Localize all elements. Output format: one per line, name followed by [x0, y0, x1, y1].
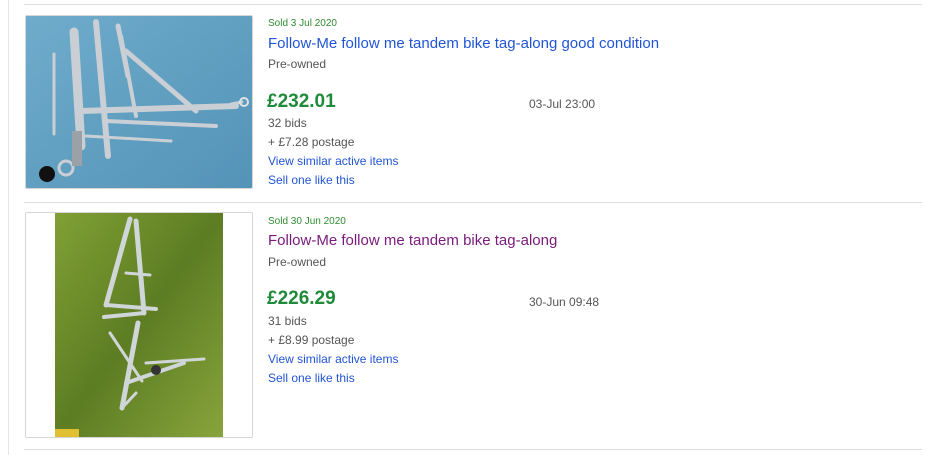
- postage-cost: + £7.28 postage: [268, 135, 355, 149]
- tag-along-photo-image: [26, 16, 252, 188]
- listing-item: Sold 30 Jun 2020 Follow-Me follow me tan…: [24, 212, 922, 438]
- sold-price: £226.29: [267, 288, 336, 309]
- end-time: 03-Jul 23:00: [529, 97, 596, 111]
- sell-one-link[interactable]: Sell one like this: [268, 173, 355, 187]
- listing-thumbnail[interactable]: [25, 212, 253, 438]
- listing-title-link[interactable]: Follow-Me follow me tandem bike tag-alon…: [268, 232, 557, 249]
- sold-date-label: Sold 30 Jun 2020: [268, 216, 346, 227]
- sold-date-label: Sold 3 Jul 2020: [268, 18, 337, 29]
- listing-thumbnail[interactable]: [25, 15, 253, 189]
- bid-count: 32 bids: [268, 116, 307, 130]
- postage-cost: + £8.99 postage: [268, 333, 355, 347]
- condition-label: Pre-owned: [268, 57, 327, 71]
- page-left-border: [8, 0, 9, 455]
- view-similar-link[interactable]: View similar active items: [268, 352, 398, 366]
- sell-one-link[interactable]: Sell one like this: [268, 371, 355, 385]
- view-similar-link[interactable]: View similar active items: [268, 154, 398, 168]
- tag-along-grass-image: [26, 213, 252, 437]
- listing-title-link[interactable]: Follow-Me follow me tandem bike tag-alon…: [268, 35, 659, 52]
- listing-item: Sold 3 Jul 2020 Follow-Me follow me tand…: [24, 14, 922, 210]
- end-time: 30-Jun 09:48: [529, 295, 600, 309]
- divider-bottom: [24, 449, 922, 450]
- divider-top: [24, 4, 922, 5]
- bid-count: 31 bids: [268, 314, 307, 328]
- condition-label: Pre-owned: [268, 255, 327, 269]
- divider-middle: [24, 202, 922, 203]
- sold-price: £232.01: [267, 91, 336, 112]
